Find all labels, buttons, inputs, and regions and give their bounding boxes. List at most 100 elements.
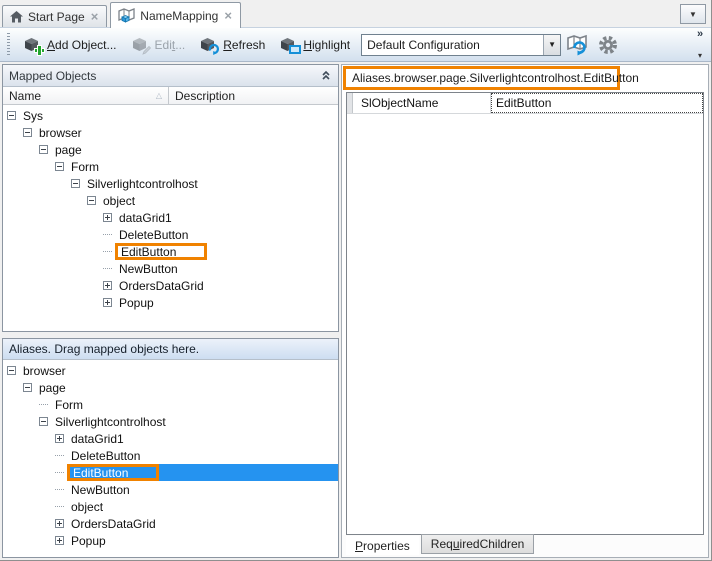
tree-node-label[interactable]: EditButton [115,243,207,260]
tree-row-fill: page [35,379,338,396]
tree-node-Form[interactable]: Form [3,158,338,175]
tree-connector [103,234,112,235]
tree-node-EditButton[interactable]: EditButton [3,243,338,260]
toolbar-overflow-button[interactable]: » ▾ [693,29,707,60]
tree-connector [55,489,64,490]
tree-node-label[interactable]: Popup [67,532,110,549]
tree-node-label[interactable]: dataGrid1 [115,209,176,226]
expand-node-icon[interactable] [55,536,64,545]
tree-node-NewButton[interactable]: NewButton [3,260,338,277]
tree-indent [3,234,102,235]
tree-node-label[interactable]: browser [19,362,70,379]
tree-node-label[interactable]: object [67,498,107,515]
tree-row-fill: DeleteButton [67,447,338,464]
tree-row-fill: Form [51,396,338,413]
tree-node-label[interactable]: Form [67,158,103,175]
tree-node-label[interactable]: NewButton [115,260,182,277]
collapse-node-icon[interactable] [39,417,48,426]
tree-node-label[interactable]: Form [51,396,87,413]
tree-node-OrdersDataGrid[interactable]: OrdersDataGrid [3,277,338,294]
tree-node-EditButton[interactable]: EditButton [3,464,338,481]
close-icon[interactable]: × [223,11,233,21]
tree-node-object[interactable]: object [3,192,338,209]
expand-node-icon[interactable] [55,434,64,443]
tree-node-DeleteButton[interactable]: DeleteButton [3,226,338,243]
edit-button[interactable]: Edit... [124,32,193,57]
expand-node-icon[interactable] [103,281,112,290]
configuration-combobox[interactable]: Default Configuration ▼ [361,34,561,56]
combo-dropdown-icon[interactable]: ▼ [543,35,560,55]
tree-node-browser[interactable]: browser [3,124,338,141]
tree-node-page[interactable]: page [3,379,338,396]
tree-node-label[interactable]: browser [35,124,86,141]
collapse-node-icon[interactable] [87,196,96,205]
tree-node-label[interactable]: DeleteButton [67,447,144,464]
tree-node-label[interactable]: OrdersDataGrid [115,277,208,294]
tree-node-label[interactable]: page [35,379,70,396]
tree-node-Sys[interactable]: Sys [3,107,338,124]
tab-namemapping[interactable]: NameMapping × [110,2,241,28]
tree-node-label[interactable]: OrdersDataGrid [67,515,160,532]
column-header-name[interactable]: Name △ [3,87,169,104]
add-object-button[interactable]: Add Object... [16,32,124,57]
tree-node-label[interactable]: dataGrid1 [67,430,128,447]
close-icon[interactable]: × [90,12,100,22]
pencil-icon [142,45,152,55]
tree-node-label[interactable]: Silverlightcontrolhost [51,413,170,430]
tree-node-Popup[interactable]: Popup [3,294,338,311]
tree-node-label[interactable]: DeleteButton [115,226,192,243]
tree-node-page[interactable]: page [3,141,338,158]
collapse-node-icon[interactable] [23,383,32,392]
tree-node-label[interactable]: Popup [115,294,158,311]
tree-node-label[interactable]: Sys [19,107,47,124]
expand-node-icon[interactable] [55,519,64,528]
collapse-chevrons-icon[interactable] [320,70,332,81]
tree-node-label[interactable]: object [99,192,139,209]
tree-node-Popup[interactable]: Popup [3,532,338,549]
tab-label: Start Page [28,10,85,24]
tab-start-page[interactable]: Start Page × [2,5,107,27]
tree-node-label[interactable]: Silverlightcontrolhost [83,175,202,192]
update-namemapping-button[interactable] [565,33,591,57]
tree-node-browser[interactable]: browser [3,362,338,379]
tab-properties[interactable]: Properties [346,536,419,555]
tree-node-DeleteButton[interactable]: DeleteButton [3,447,338,464]
configuration-value: Default Configuration [362,38,543,52]
refresh-button[interactable]: Refresh [192,32,272,57]
expand-node-icon[interactable] [103,298,112,307]
collapse-node-icon[interactable] [23,128,32,137]
tab-list-dropdown-button[interactable]: ▼ [680,4,706,24]
highlight-button[interactable]: Highlight [272,32,357,57]
settings-button[interactable] [595,33,621,57]
tree-row-fill: EditButton [67,464,338,481]
tree-node-label[interactable]: page [51,141,86,158]
property-value[interactable]: EditButton [491,93,703,113]
tree-node-Silverlightcontrolhost[interactable]: Silverlightcontrolhost [3,413,338,430]
collapse-node-icon[interactable] [7,111,16,120]
tree-node-Form[interactable]: Form [3,396,338,413]
tree-row-fill: dataGrid1 [115,209,338,226]
toolbar-grip[interactable] [7,33,10,57]
collapse-node-icon[interactable] [55,162,64,171]
tree-node-Silverlightcontrolhost[interactable]: Silverlightcontrolhost [3,175,338,192]
collapse-node-icon[interactable] [71,179,80,188]
expand-node-icon[interactable] [103,213,112,222]
tree-indent [3,472,54,473]
tab-required-children[interactable]: Required Children [421,534,535,554]
document-tab-bar: Start Page × NameMapping × ▼ [0,0,711,27]
tree-node-object[interactable]: object [3,498,338,515]
tree-node-OrdersDataGrid[interactable]: OrdersDataGrid [3,515,338,532]
tree-indent [3,438,54,439]
refresh-icon [199,36,218,53]
tree-node-dataGrid1[interactable]: dataGrid1 [3,209,338,226]
tree-node-NewButton[interactable]: NewButton [3,481,338,498]
collapse-node-icon[interactable] [39,145,48,154]
collapse-node-icon[interactable] [7,366,16,375]
tree-node-label[interactable]: EditButton [67,464,159,481]
column-header-description[interactable]: Description [169,87,338,104]
tree-indent [3,149,38,150]
tree-node-dataGrid1[interactable]: dataGrid1 [3,430,338,447]
tree-node-label[interactable]: NewButton [67,481,134,498]
tree-row-fill: dataGrid1 [67,430,338,447]
add-object-icon [23,36,42,53]
